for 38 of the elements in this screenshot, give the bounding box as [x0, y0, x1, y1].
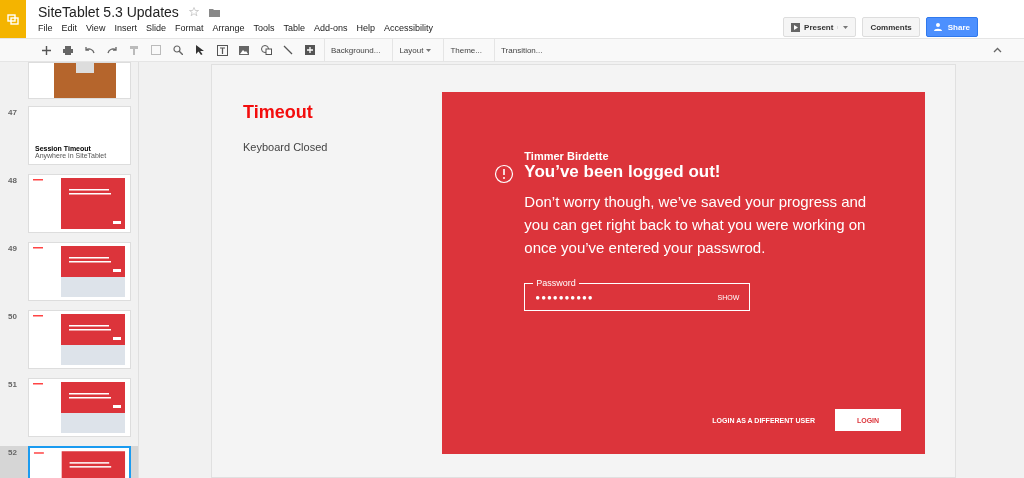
caret-icon[interactable] — [843, 25, 849, 29]
menu-item[interactable]: Slide — [145, 23, 166, 33]
play-icon — [791, 22, 801, 32]
menu-item[interactable]: Accessibility — [384, 23, 434, 33]
menu-item[interactable]: Table — [283, 23, 305, 33]
menu-item[interactable]: Edit — [61, 23, 78, 33]
alert-icon — [494, 164, 515, 184]
slide-number: 50 — [8, 311, 18, 321]
menu-item[interactable]: Add-ons — [314, 23, 348, 33]
slide-number: 47 — [8, 107, 18, 117]
document-title: SiteTablet 5.3 Updates — [38, 4, 179, 20]
slide-number: 49 — [8, 243, 18, 253]
user-name: Timmer Birdette — [524, 150, 610, 162]
menu-item[interactable]: File — [38, 23, 53, 33]
star-icon[interactable] — [188, 7, 199, 17]
menu-item[interactable]: Tools — [253, 23, 275, 33]
collapse-icon[interactable] — [993, 47, 1002, 53]
menu-item[interactable]: Format — [174, 23, 204, 33]
menu-item[interactable]: Arrange — [212, 23, 245, 33]
slide-number: 48 — [8, 175, 18, 185]
caret-icon[interactable] — [426, 48, 432, 52]
logout-heading: You’ve been logged out! — [524, 162, 722, 182]
slide-title: Timeout — [243, 102, 314, 123]
toolbar-button[interactable]: Transition... — [494, 39, 549, 61]
present-button[interactable]: Present — [783, 17, 857, 37]
toolbar-button[interactable]: Layout — [392, 39, 438, 61]
person-icon — [933, 23, 944, 31]
menu-item[interactable]: Insert — [114, 23, 137, 33]
menu-item[interactable]: View — [86, 23, 106, 33]
logout-message: Don’t worry though, we’ve saved your progress and you can get right back to what you were working on once you’ve entered your passwrod. — [524, 192, 868, 258]
menu-item[interactable]: Help — [356, 23, 376, 33]
folder-icon[interactable] — [208, 7, 220, 17]
slide-subtitle: Keyboard Closed — [243, 141, 329, 153]
toolbar-button[interactable]: Background... — [324, 39, 387, 61]
slide-number: 51 — [8, 379, 18, 389]
toolbar-button[interactable]: Theme... — [443, 39, 488, 61]
slide-number: 52 — [8, 447, 18, 457]
comments-button[interactable]: Comments — [862, 17, 920, 37]
